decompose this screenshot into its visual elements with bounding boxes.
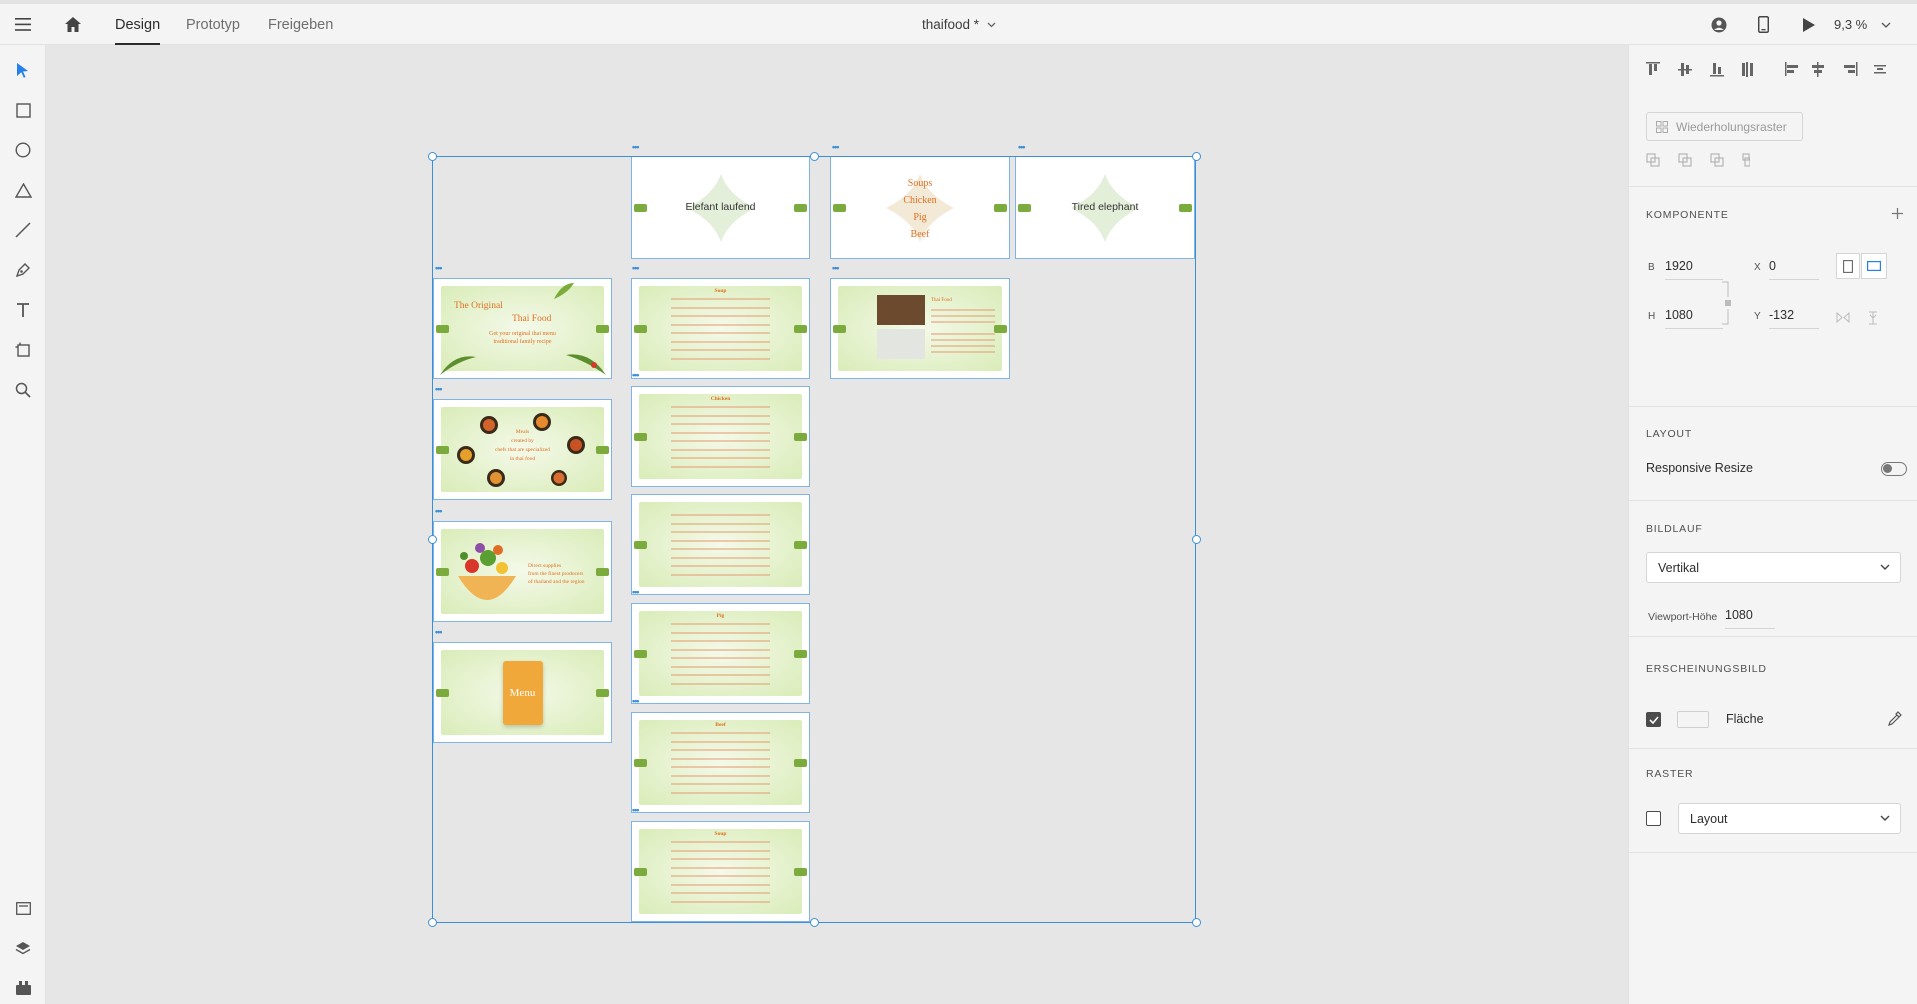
y-field[interactable]: -132 [1769,308,1794,322]
portrait-orientation-button[interactable] [1836,253,1860,279]
document-title-text: thaifood * [922,17,980,32]
fill-color-swatch[interactable] [1677,711,1709,728]
landscape-icon [1867,261,1881,271]
repeat-grid-label: Wiederholungsraster [1676,119,1787,134]
artboard-menu-dots[interactable]: ••• [632,143,640,152]
document-title[interactable]: thaifood * [922,4,996,45]
left-toolbar [0,45,46,1004]
tab-design[interactable]: Design [115,4,161,45]
field-underline [1769,279,1819,280]
home-icon[interactable] [62,4,84,45]
field-underline [1769,328,1819,329]
repeat-grid-button[interactable]: Wiederholungsraster [1646,112,1803,141]
repeat-grid-icon [1656,120,1668,133]
add-component-icon[interactable] [1892,208,1903,219]
height-field[interactable]: 1080 [1665,308,1693,322]
resize-handle[interactable] [428,152,437,161]
viewport-height-label: Viewport-Höhe [1648,611,1718,623]
chevron-down-icon [1880,564,1890,570]
artboard-menu-dots[interactable]: ••• [1018,143,1026,152]
width-label: B [1648,262,1655,273]
scroll-dropdown-value: Vertikal [1658,560,1699,575]
layout-section: LAYOUT Responsive Resize [1629,407,1917,501]
scroll-title: BILDLAUF [1646,523,1703,535]
width-field[interactable]: 1920 [1665,259,1693,273]
fill-label: Fläche [1726,712,1764,726]
tab-prototyp[interactable]: Prototyp [186,4,240,45]
zoom-tool-icon[interactable] [8,375,38,405]
field-underline [1665,279,1723,280]
height-label: H [1648,311,1656,322]
flip-vertical-icon[interactable] [1868,311,1878,325]
selection-bounding-box[interactable] [432,156,1196,923]
scroll-section: BILDLAUF Vertikal Viewport-Höhe 1080 [1629,501,1917,637]
resize-handle[interactable] [428,918,437,927]
eyedropper-icon[interactable] [1887,711,1902,726]
resize-handle[interactable] [1192,152,1201,161]
resize-handle[interactable] [810,918,819,927]
flip-horizontal-icon[interactable] [1836,312,1850,323]
play-icon[interactable] [1798,4,1820,45]
resize-handle[interactable] [428,535,437,544]
appearance-section: ERSCHEINUNGSBILD Fläche [1629,637,1917,749]
user-account-icon[interactable] [1708,4,1730,45]
text-tool-icon[interactable] [8,295,38,325]
x-field[interactable]: 0 [1769,259,1776,273]
viewport-height-field[interactable]: 1080 [1725,608,1753,622]
rectangle-tool-icon[interactable] [8,95,38,125]
toggle-knob [1883,464,1892,473]
grid-section: RASTER Layout [1629,749,1917,853]
chevron-down-icon [987,22,996,27]
scroll-dropdown[interactable]: Vertikal [1646,552,1901,583]
document-assets-icon[interactable] [8,893,38,923]
align-section: Wiederholungsraster [1629,45,1917,187]
align-icons[interactable] [1646,62,1886,78]
xd-window: Design Prototyp Freigeben thaifood * 9,3… [0,0,1917,1004]
design-canvas[interactable]: ••• Elefant laufend ••• Soups Chicken Pi… [46,45,1628,1004]
grid-type-value: Layout [1690,811,1728,826]
select-tool-icon[interactable] [8,55,38,85]
resize-handle[interactable] [810,152,819,161]
x-label: X [1754,262,1761,273]
boolean-ops-icons[interactable] [1646,153,1750,167]
artboard-menu-dots[interactable]: ••• [832,143,840,152]
y-label: Y [1754,311,1761,322]
portrait-icon [1843,259,1853,273]
resize-handle[interactable] [1192,918,1201,927]
grid-type-dropdown[interactable]: Layout [1678,803,1901,834]
grid-checkbox[interactable] [1646,811,1661,826]
field-underline [1665,328,1723,329]
chevron-down-icon [1881,22,1891,28]
line-tool-icon[interactable] [8,215,38,245]
landscape-orientation-button[interactable] [1861,253,1887,279]
ellipse-tool-icon[interactable] [8,135,38,165]
fill-checkbox[interactable] [1646,712,1661,727]
appearance-title: ERSCHEINUNGSBILD [1646,663,1767,675]
responsive-resize-label: Responsive Resize [1646,461,1753,475]
triangle-tool-icon[interactable] [8,175,38,205]
tab-freigeben[interactable]: Freigeben [268,4,333,45]
lock-aspect-icon[interactable] [1722,281,1734,325]
zoom-value: 9,3 % [1834,17,1868,32]
pen-tool-icon[interactable] [8,255,38,285]
mobile-preview-icon[interactable] [1752,4,1774,45]
hamburger-menu-icon[interactable] [12,4,34,45]
grid-title: RASTER [1646,768,1694,780]
responsive-resize-toggle[interactable] [1881,462,1907,476]
layers-icon[interactable] [8,933,38,963]
zoom-control[interactable]: 9,3 % [1834,4,1891,45]
plugins-icon[interactable] [8,973,38,1003]
property-inspector: Wiederholungsraster KOMPONENTE B 1920 X … [1628,45,1917,1004]
layout-title: LAYOUT [1646,428,1693,440]
resize-handle[interactable] [1192,535,1201,544]
top-bar: Design Prototyp Freigeben thaifood * 9,3… [0,0,1917,45]
component-title: KOMPONENTE [1646,209,1729,221]
chevron-down-icon [1880,815,1890,821]
checkmark-icon [1648,715,1659,724]
artboard-tool-icon[interactable] [8,335,38,365]
component-section: KOMPONENTE B 1920 X 0 H 1080 Y -132 [1629,187,1917,407]
field-underline [1725,628,1775,629]
